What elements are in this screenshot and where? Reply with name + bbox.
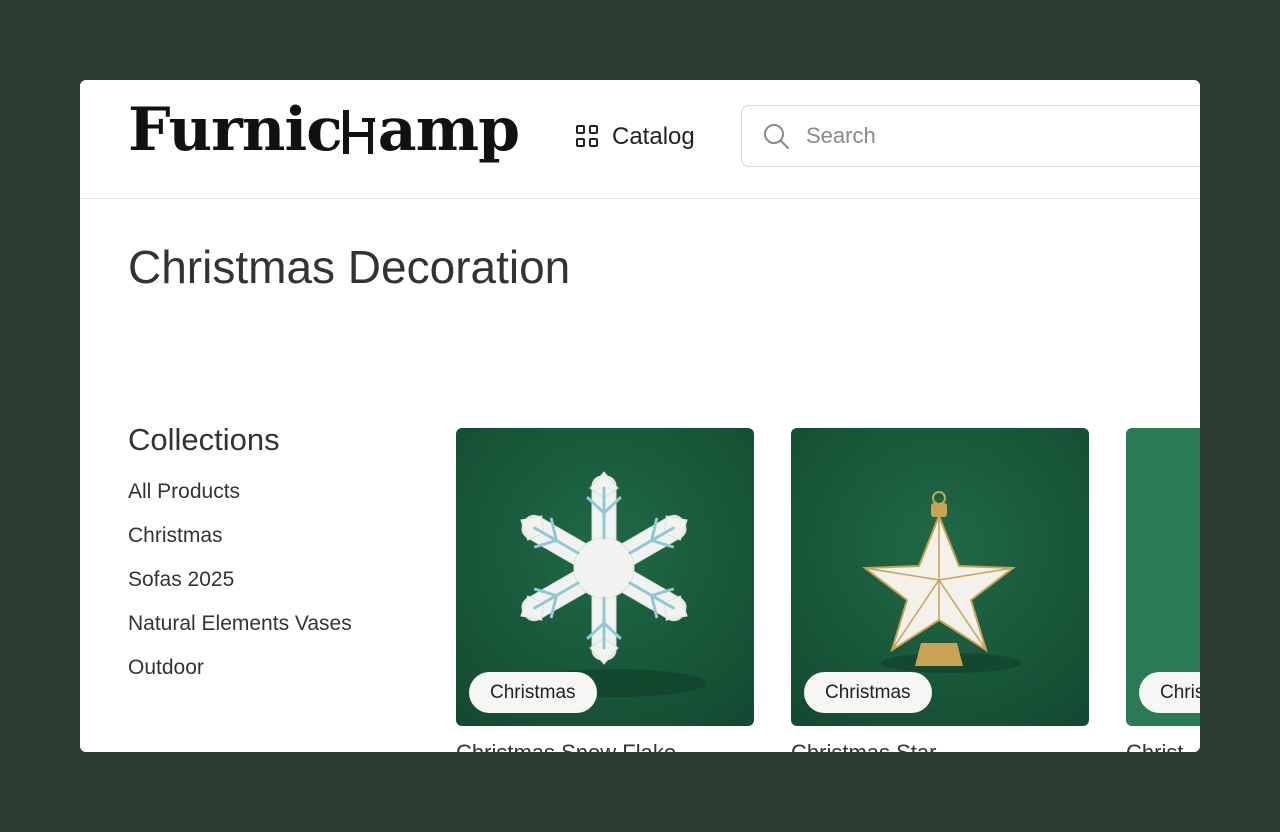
- browser-window: Furnic amp Catalog Christmas Decoration …: [80, 80, 1200, 752]
- product-title[interactable]: Christmas Snow Flake: [456, 740, 676, 752]
- site-logo[interactable]: Furnic amp: [128, 94, 520, 166]
- catalog-label: Catalog: [612, 123, 695, 150]
- product-title[interactable]: Christ: [1126, 740, 1183, 752]
- collection-link-christmas[interactable]: Christmas: [128, 521, 352, 565]
- catalog-button[interactable]: Catalog: [576, 120, 695, 154]
- collection-link-natural-elements-vases[interactable]: Natural Elements Vases: [128, 609, 352, 653]
- collections-list: All Products Christmas Sofas 2025 Natura…: [128, 477, 352, 697]
- product-card-star[interactable]: Christmas: [791, 428, 1089, 726]
- collection-link-all-products[interactable]: All Products: [128, 477, 352, 521]
- search-icon: [764, 124, 789, 149]
- search-box[interactable]: [741, 105, 1200, 167]
- category-badge: Christmas: [1139, 672, 1200, 713]
- chair-logo-icon: [342, 106, 378, 154]
- page-title: Christmas Decoration: [128, 241, 571, 293]
- collection-link-outdoor[interactable]: Outdoor: [128, 653, 352, 697]
- collection-link-sofas-2025[interactable]: Sofas 2025: [128, 565, 352, 609]
- product-title[interactable]: Christmas Star: [791, 740, 936, 752]
- category-badge: Christmas: [469, 672, 597, 713]
- product-card-third[interactable]: Christmas: [1126, 428, 1200, 726]
- grid-icon: [576, 125, 600, 149]
- product-card-snowflake[interactable]: Christmas: [456, 428, 754, 726]
- logo-text-right: amp: [377, 95, 520, 165]
- search-input[interactable]: [806, 123, 1200, 149]
- category-badge: Christmas: [804, 672, 932, 713]
- site-header: Furnic amp Catalog: [80, 80, 1200, 199]
- collections-heading: Collections: [128, 422, 280, 457]
- logo-text-left: Furnic: [128, 95, 343, 165]
